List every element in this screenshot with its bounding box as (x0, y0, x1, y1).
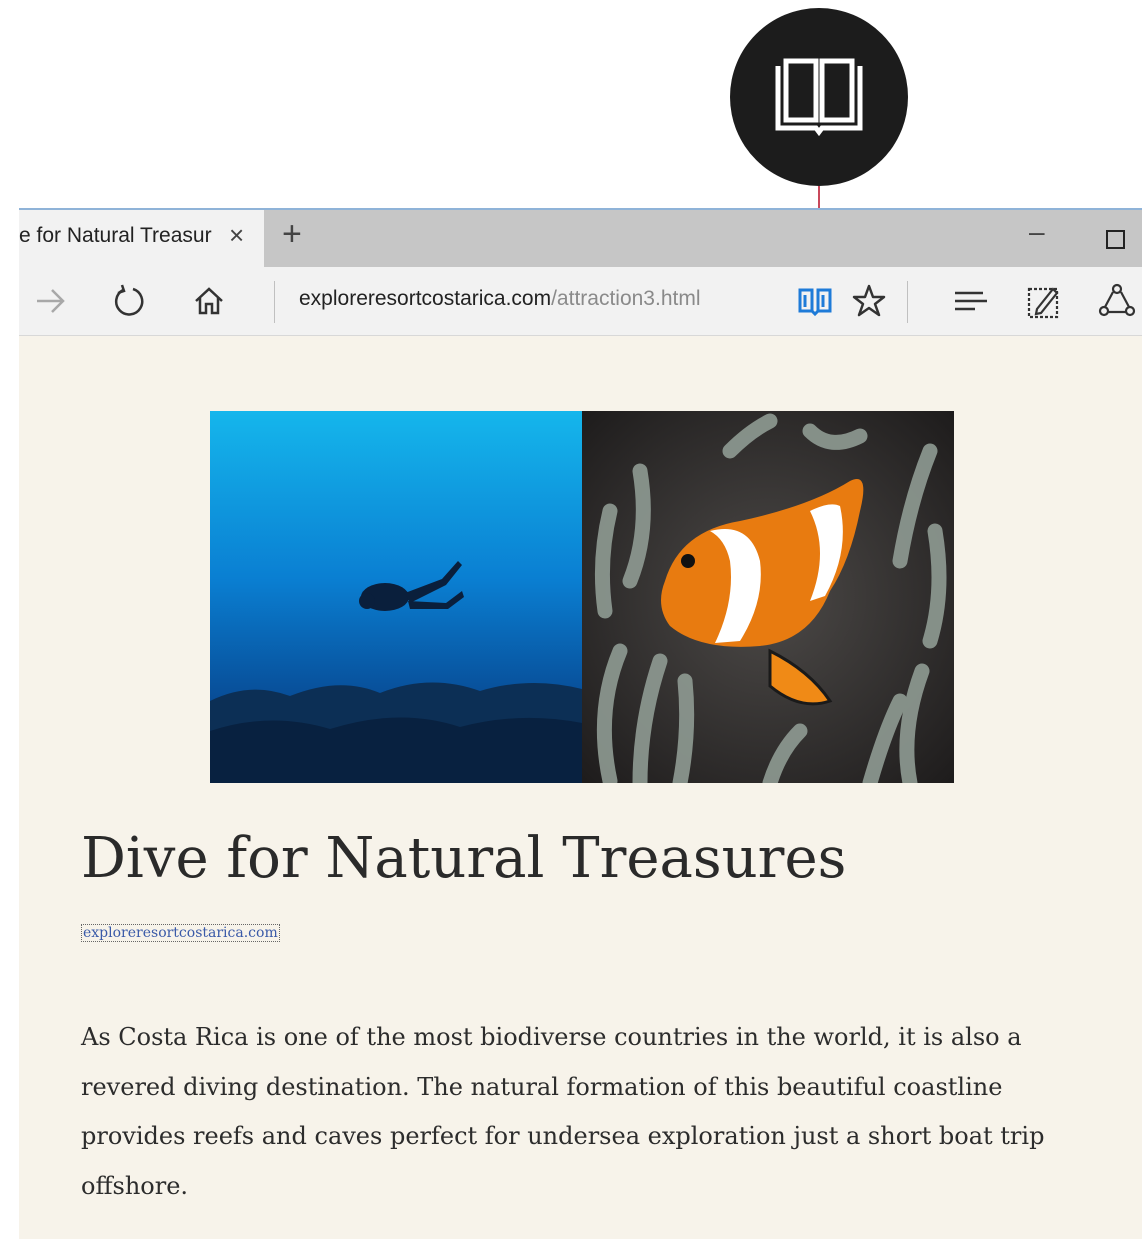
address-domain: exploreresortcostarica.com (299, 287, 552, 310)
tab-title: e for Natural Treasur (19, 224, 212, 247)
tab-bar: e for Natural Treasur × + – (19, 208, 1142, 267)
minimize-button[interactable]: – (1029, 216, 1045, 248)
hub-icon[interactable] (951, 283, 991, 319)
share-icon[interactable] (1097, 283, 1137, 319)
toolbar-separator (274, 281, 275, 323)
web-note-icon[interactable] (1025, 283, 1063, 321)
article-paragraph: As Costa Rica is one of the most biodive… (81, 1023, 1045, 1200)
home-icon[interactable] (191, 283, 227, 319)
refresh-icon[interactable] (111, 283, 147, 319)
article-source-link[interactable]: exploreresortcostarica.com (81, 924, 280, 942)
star-icon[interactable] (851, 283, 887, 319)
maximize-button[interactable] (1106, 230, 1125, 249)
close-tab-icon[interactable]: × (229, 220, 244, 251)
reading-view-callout (730, 8, 908, 186)
address-bar[interactable]: exploreresortcostarica.com/attraction3.h… (299, 287, 701, 311)
reading-view-icon[interactable] (797, 283, 833, 319)
new-tab-button[interactable]: + (282, 215, 302, 254)
toolbar-separator (907, 281, 908, 323)
article-title: Dive for Natural Treasures (81, 826, 847, 891)
navigation-toolbar: exploreresortcostarica.com/attraction3.h… (19, 267, 1142, 336)
address-path: /attraction3.html (551, 287, 701, 310)
article-hero-image (210, 411, 954, 783)
reading-view-icon (775, 58, 863, 137)
forward-arrow-icon[interactable] (33, 283, 69, 319)
browser-window: e for Natural Treasur × + – exploreresor… (19, 208, 1142, 1239)
active-tab[interactable]: e for Natural Treasur × (19, 210, 264, 267)
